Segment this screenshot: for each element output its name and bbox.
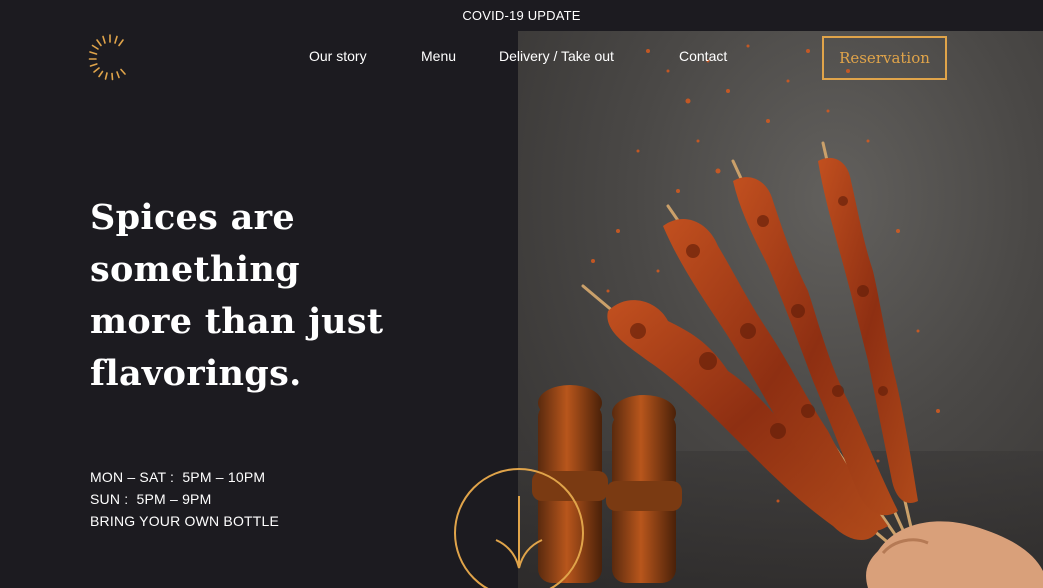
- headline-line: more than just: [90, 301, 384, 342]
- scroll-down-button[interactable]: [454, 468, 584, 588]
- headline-line: something: [90, 249, 300, 290]
- opening-hours: MON – SAT : 5PM – 10PM SUN : 5PM – 9PM B…: [90, 466, 279, 532]
- covid-update-label: COVID-19 UPDATE: [462, 8, 581, 23]
- hours-sunday: SUN : 5PM – 9PM: [90, 491, 212, 507]
- hero-headline: Spices are something more than just flav…: [90, 192, 420, 400]
- headline-line: Spices are: [90, 197, 295, 238]
- byob-note: BRING YOUR OWN BOTTLE: [90, 513, 280, 529]
- nav-contact[interactable]: Contact: [679, 48, 727, 64]
- hero-photo: [518, 31, 1043, 588]
- covid-update-link[interactable]: COVID-19 UPDATE: [0, 0, 1043, 31]
- nav-menu[interactable]: Menu: [421, 48, 456, 64]
- headline-line: flavorings.: [90, 353, 302, 394]
- sunburst-logo-icon[interactable]: [88, 33, 132, 81]
- reservation-button[interactable]: Reservation: [822, 36, 947, 80]
- arrow-down-icon: [495, 496, 543, 569]
- pepper-shaker-right: [606, 395, 682, 583]
- hours-weekdays: MON – SAT : 5PM – 10PM: [90, 469, 266, 485]
- nav-delivery-takeout[interactable]: Delivery / Take out: [499, 48, 614, 64]
- nav-our-story[interactable]: Our story: [309, 48, 367, 64]
- skewers-illustration: [518, 44, 1043, 588]
